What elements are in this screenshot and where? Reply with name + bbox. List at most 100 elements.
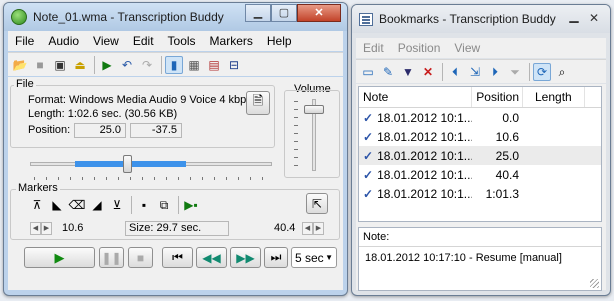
bookmark-row[interactable]: ✓ 18.01.2012 10:1... 10.6: [359, 127, 601, 146]
menu-view[interactable]: View: [86, 34, 126, 48]
toolbar-separator: [161, 55, 162, 74]
open-folder-icon[interactable]: 📂: [11, 56, 29, 74]
bookmark-position: 1:01.3: [485, 186, 519, 201]
note-panel: Note: 18.01.2012 10:17:10 - Resume [manu…: [358, 227, 602, 291]
goto-start-marker-icon[interactable]: ◣: [48, 196, 66, 214]
save-selection-icon[interactable]: ▪: [135, 196, 153, 214]
stop-icon: ■: [136, 250, 145, 265]
start-spinner[interactable]: ◀ ▶: [30, 222, 52, 235]
format-text: Format: Windows Media Audio 9 Voice 4 kb…: [28, 94, 247, 106]
transcription-buddy-window: Note_01.wma - Transcription Buddy ▁ ▢ ✕ …: [3, 2, 348, 296]
pause-button[interactable]: ❚❚: [99, 247, 124, 268]
column-length[interactable]: Length: [523, 87, 585, 107]
play-selection-icon[interactable]: ▶▪: [182, 196, 200, 214]
menu-help[interactable]: Help: [260, 34, 299, 48]
goto-end-marker-icon[interactable]: ◢: [88, 196, 106, 214]
properties-icon[interactable]: ▦: [185, 56, 203, 74]
sync-icon[interactable]: ⟳: [533, 62, 551, 81]
checkmark-icon: ✓: [363, 167, 374, 182]
document-info-icon: 🗎: [252, 93, 264, 108]
minimize-button[interactable]: ▁: [245, 4, 271, 22]
cursor-icon: ⇱: [311, 196, 323, 211]
bookmark-row-selected[interactable]: ✓ 18.01.2012 10:1... 25.0: [359, 146, 601, 165]
delete-bookmark-icon[interactable]: ✕: [419, 63, 437, 81]
eject-icon[interactable]: ⏏: [71, 56, 89, 74]
skip-interval-select[interactable]: 5 sec ▼: [291, 247, 337, 268]
eraser-icon[interactable]: ⌫: [68, 196, 86, 214]
bookmarks-menu-edit[interactable]: Edit: [356, 41, 391, 55]
save-lock-icon[interactable]: ▣: [51, 56, 69, 74]
player-panel: File Format: Windows Media Audio 9 Voice…: [8, 77, 343, 290]
menu-markers[interactable]: Markers: [203, 34, 260, 48]
column-note[interactable]: Note: [359, 87, 472, 107]
title-bar[interactable]: Note_01.wma - Transcription Buddy ▁ ▢ ✕: [4, 3, 347, 31]
bookmarks-title-bar[interactable]: Bookmarks - Transcription Buddy ▁ ✕: [352, 5, 610, 33]
bookmarks-menu-bar: Edit Position View: [356, 38, 606, 58]
menu-audio[interactable]: Audio: [41, 34, 86, 48]
bookmarks-minimize-button[interactable]: ▁: [566, 10, 582, 25]
position-slider[interactable]: [30, 155, 272, 173]
skip-to-start-button[interactable]: ⏮: [162, 247, 193, 268]
find-icon[interactable]: ⌕: [553, 63, 571, 81]
end-spinner[interactable]: ◀ ▶: [302, 222, 324, 235]
slider-thumb[interactable]: [123, 155, 132, 173]
notes-icon[interactable]: ▤: [205, 56, 223, 74]
bookmarks-toggle-icon[interactable]: ▮: [165, 55, 183, 74]
marker-start-value: 10.6: [62, 222, 84, 234]
bookmark-position: 40.4: [495, 167, 519, 182]
bookmark-row[interactable]: ✓ 18.01.2012 10:1... 1:01.3: [359, 184, 601, 203]
note-text[interactable]: 18.01.2012 10:17:10 - Resume [manual]: [359, 247, 601, 269]
set-end-marker-icon[interactable]: ⊻: [108, 196, 126, 214]
note-label: Note:: [359, 228, 601, 247]
skip-to-end-button[interactable]: ⏭: [264, 247, 288, 268]
bookmark-row[interactable]: ✓ 18.01.2012 10:1... 40.4: [359, 165, 601, 184]
menu-edit[interactable]: Edit: [126, 34, 161, 48]
bookmarks-window: Bookmarks - Transcription Buddy ▁ ✕ Edit…: [351, 4, 611, 296]
save-icon[interactable]: ■: [31, 56, 49, 74]
redo-icon[interactable]: ↷: [138, 56, 156, 74]
checkmark-icon: ✓: [363, 186, 374, 201]
previous-bookmark-icon[interactable]: ⏴: [446, 63, 464, 81]
chevron-down-icon: ▼: [325, 253, 333, 262]
stop-button[interactable]: ■: [128, 247, 153, 268]
bookmark-marker-icon[interactable]: ▼: [399, 63, 417, 81]
display-icon[interactable]: ⊟: [225, 56, 243, 74]
maximize-button[interactable]: ▢: [271, 4, 297, 22]
bookmarks-menu-position[interactable]: Position: [391, 41, 448, 55]
close-button[interactable]: ✕: [297, 4, 341, 22]
column-position[interactable]: Position: [472, 87, 523, 107]
set-start-marker-icon[interactable]: ⊼: [28, 196, 46, 214]
toolbar-separator: [442, 62, 443, 81]
rewind-icon: ◀◀: [202, 250, 221, 265]
bookmarks-close-button[interactable]: ✕: [586, 11, 602, 25]
play-pause-icon[interactable]: ▶: [98, 56, 116, 74]
last-bookmark-icon[interactable]: ⏷: [506, 63, 524, 81]
length-text: Length: 1:02.6 sec. (30.56 KB): [28, 108, 178, 120]
app-icon[interactable]: [11, 9, 27, 25]
skip-end-icon: ⏭: [270, 250, 282, 264]
rewind-button[interactable]: ◀◀: [196, 247, 227, 268]
copy-icon[interactable]: ⧉: [155, 196, 173, 214]
checkmark-icon: ✓: [363, 110, 374, 125]
menu-tools[interactable]: Tools: [161, 34, 203, 48]
next-bookmark-icon[interactable]: ⏵: [486, 63, 504, 81]
markers-label: Markers: [16, 182, 60, 194]
goto-bookmark-icon[interactable]: ⇲: [466, 63, 484, 81]
resize-grip-icon[interactable]: [590, 279, 599, 288]
select-cursor-button[interactable]: ⇱: [306, 193, 328, 214]
edit-bookmark-icon[interactable]: ✎: [379, 63, 397, 81]
menu-file[interactable]: File: [8, 34, 41, 48]
fast-forward-button[interactable]: ▶▶: [230, 247, 261, 268]
play-button[interactable]: ▶: [24, 247, 95, 268]
bookmark-note: 18.01.2012 10:1...: [377, 186, 472, 201]
undo-icon[interactable]: ↶: [118, 56, 136, 74]
bookmarks-icon: [359, 12, 373, 26]
bookmark-row[interactable]: ✓ 18.01.2012 10:1... 0.0: [359, 108, 601, 127]
pause-icon: ❚❚: [101, 250, 122, 265]
volume-slider[interactable]: [304, 99, 324, 171]
bookmarks-list[interactable]: Note Position Length ✓ 18.01.2012 10:1...…: [358, 86, 602, 222]
volume-thumb[interactable]: [304, 105, 324, 114]
file-info-button[interactable]: 🗎: [246, 91, 270, 115]
bookmarks-menu-view[interactable]: View: [447, 41, 487, 55]
add-bookmark-icon[interactable]: ▭: [359, 63, 377, 81]
